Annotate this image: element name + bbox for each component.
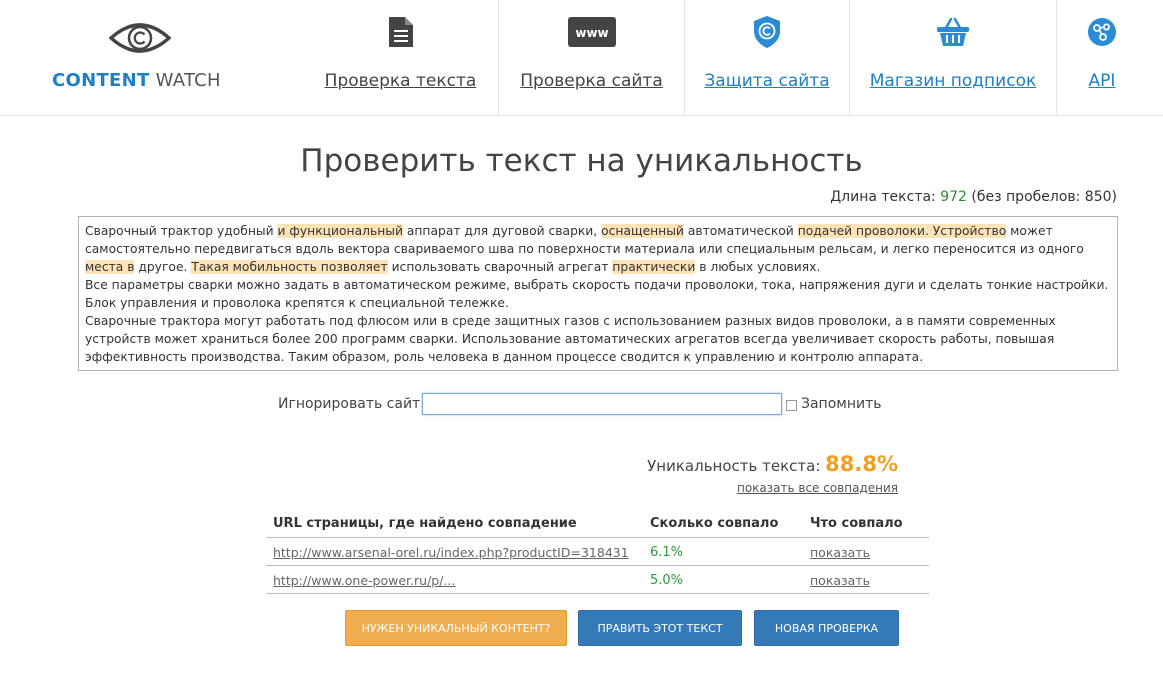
text-length-info: Длина текста: 972 (без пробелов: 850)	[830, 189, 1117, 205]
matched-text-fragment: подачей проволоки. Устройство	[797, 224, 1007, 238]
new-check-button[interactable]: Новая проверка	[754, 610, 899, 646]
logo-text-content: CONTENT	[52, 70, 150, 91]
column-header-what: Что совпало	[810, 516, 903, 531]
matched-text-fragment: практически	[612, 260, 696, 274]
logo-text: CONTENT WATCH	[52, 70, 221, 91]
text-length-nospace: (без пробелов: 850)	[966, 189, 1117, 205]
logo-text-watch: WATCH	[149, 70, 221, 91]
nav-link-text-check[interactable]: Проверка текста	[303, 71, 498, 91]
matched-text-fragment: и функциональный	[277, 224, 403, 238]
nav-item-subscription-shop[interactable]: Магазин подписок	[850, 0, 1056, 115]
ignore-site-label: Игнорировать сайт:	[278, 396, 425, 412]
nav-item-text-check[interactable]: Проверка текста	[303, 0, 498, 115]
uniqueness-value: 88.8%	[825, 452, 898, 476]
matches-table: URL страницы, где найдено совпадение Ско…	[266, 511, 929, 594]
uniqueness-result: Уникальность текста: 88.8%	[647, 452, 898, 476]
matches-table-header: URL страницы, где найдено совпадение Ско…	[266, 511, 929, 538]
show-all-matches-link[interactable]: показать все совпадения	[737, 481, 898, 495]
remember-checkbox[interactable]	[786, 400, 797, 411]
text-fragment: Все параметры сварки можно задать в авто…	[85, 278, 1109, 310]
page-title: Проверить текст на уникальность	[300, 143, 863, 179]
eye-copyright-icon	[109, 23, 171, 53]
nav-item-site-protection[interactable]: Защита сайта	[685, 0, 849, 115]
uniqueness-label: Уникальность текста:	[647, 457, 826, 475]
edit-text-button[interactable]: Править этот текст	[578, 610, 742, 646]
checked-text-area[interactable]: Сварочный трактор удобный и функциональн…	[78, 216, 1118, 371]
show-match-link[interactable]: показать	[810, 545, 870, 560]
column-header-url: URL страницы, где найдено совпадение	[273, 516, 577, 531]
nav-item-api[interactable]: API	[1057, 0, 1147, 115]
text-fragment: другое.	[134, 260, 192, 274]
matched-text-fragment: места в	[85, 260, 135, 274]
ignore-site-input[interactable]	[422, 393, 782, 415]
text-fragment: Сварочные трактора могут работать под фл…	[85, 314, 1056, 364]
text-fragment: аппарат для дуговой сварки,	[402, 224, 602, 238]
remember-label[interactable]: Запомнить	[801, 396, 882, 412]
site-header: CONTENT WATCH Проверка текста www Провер…	[0, 0, 1163, 116]
text-length-label: Длина текста:	[830, 189, 941, 205]
basket-icon	[937, 17, 969, 46]
text-fragment: использовать сварочный агрегат	[387, 260, 613, 274]
text-length-value: 972	[940, 189, 967, 205]
match-url-link[interactable]: http://www.one-power.ru/p/...	[273, 573, 455, 588]
column-header-percent: Сколько совпало	[650, 516, 779, 531]
text-fragment: автоматической	[683, 224, 798, 238]
match-percent: 5.0%	[650, 573, 684, 588]
nav-item-site-check[interactable]: www Проверка сайта	[499, 0, 684, 115]
need-unique-content-button[interactable]: Нужен уникальный контент?	[345, 610, 567, 646]
document-icon	[388, 17, 413, 47]
logo[interactable]: CONTENT WATCH	[52, 18, 227, 98]
table-row: http://www.arsenal-orel.ru/index.php?pro…	[266, 538, 929, 566]
nav-link-api[interactable]: API	[1057, 71, 1147, 91]
text-fragment: в любых условиях.	[695, 260, 821, 274]
ignore-site-row: Игнорировать сайт: Запомнить	[0, 393, 1163, 417]
nav-link-subscription-shop[interactable]: Магазин подписок	[850, 71, 1056, 91]
shield-copyright-icon	[754, 16, 780, 48]
match-percent: 6.1%	[650, 545, 684, 560]
table-row: http://www.one-power.ru/p/... 5.0% показ…	[266, 566, 929, 594]
api-nodes-icon	[1088, 18, 1116, 46]
nav-link-site-check[interactable]: Проверка сайта	[499, 71, 684, 91]
show-match-link[interactable]: показать	[810, 573, 870, 588]
www-icon: www	[567, 17, 616, 47]
matched-text-fragment: оснащенный	[601, 224, 684, 238]
match-url-link[interactable]: http://www.arsenal-orel.ru/index.php?pro…	[273, 545, 629, 560]
svg-text:www: www	[575, 26, 608, 40]
nav-link-site-protection[interactable]: Защита сайта	[685, 71, 849, 91]
matched-text-fragment: Такая мобильность позволяет	[191, 260, 388, 274]
text-fragment: Сварочный трактор удобный	[85, 224, 278, 238]
